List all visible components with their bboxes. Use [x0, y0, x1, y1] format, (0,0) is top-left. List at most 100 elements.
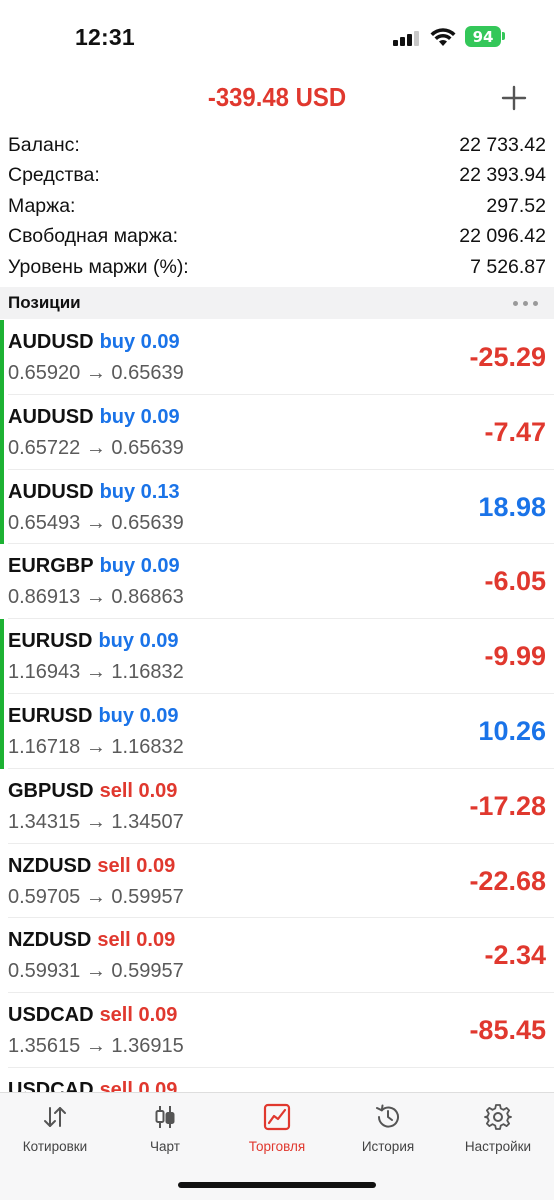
position-side: sell 0.09	[97, 929, 176, 952]
position-side: sell 0.09	[99, 1078, 178, 1092]
position-symbol: GBPUSD	[8, 779, 94, 802]
position-symbol: USDCAD	[8, 1078, 94, 1092]
position-accent	[0, 693, 4, 769]
free-margin-label: Свободная маржа:	[8, 225, 179, 248]
position-accent	[0, 469, 4, 545]
positions-title: Позиции	[8, 293, 81, 312]
position-symbol: EURUSD	[8, 704, 93, 727]
position-side: buy 0.09	[99, 405, 180, 428]
position-row[interactable]: AUDUSD buy 0.09 0.65722 → 0.65639 -7.47	[0, 394, 554, 470]
position-current-price: 0.59957	[111, 960, 184, 983]
position-title: AUDUSD buy 0.09	[8, 331, 180, 354]
position-current-price: 0.65639	[111, 362, 184, 384]
position-row[interactable]: AUDUSD buy 0.09 0.65920 → 0.65639 -25.29	[0, 320, 554, 395]
tab-label: Настройки	[464, 1139, 532, 1154]
arrow-icon: →	[85, 810, 106, 833]
tab-label: История	[361, 1139, 415, 1154]
balance-label: Баланс:	[8, 133, 80, 156]
wifi-icon	[430, 28, 456, 46]
position-title: USDCAD sell 0.09	[8, 1079, 177, 1092]
equity-row: Средства: 22 393.94	[0, 161, 554, 192]
position-prices: 1.16718 → 1.16832	[8, 736, 184, 759]
position-symbol: AUDUSD	[8, 405, 94, 428]
battery-icon: 94	[465, 26, 501, 47]
account-summary: Баланс: 22 733.42 Средства: 22 393.94 Ма…	[0, 130, 554, 283]
position-row[interactable]: USDCAD sell 0.09	[0, 1068, 554, 1092]
free-margin-value: 22 096.42	[459, 225, 546, 248]
position-accent	[0, 394, 4, 470]
plus-icon[interactable]	[496, 80, 532, 116]
arrow-icon: →	[85, 885, 106, 908]
position-open-price: 1.16943	[8, 661, 81, 684]
margin-level-value: 7 526.87	[470, 255, 546, 278]
position-row[interactable]: AUDUSD buy 0.13 0.65493 → 0.65639 18.98	[0, 469, 554, 545]
position-profit: -6.05	[484, 566, 546, 597]
position-symbol: NZDUSD	[8, 854, 92, 877]
position-row[interactable]: EURUSD buy 0.09 1.16718 → 1.16832 10.26	[0, 693, 554, 769]
position-current-price: 1.36915	[111, 1035, 184, 1058]
position-side: buy 0.09	[99, 331, 180, 353]
position-symbol: EURUSD	[8, 630, 93, 653]
position-accent	[0, 619, 4, 694]
tab-trade[interactable]: Торговля	[222, 1103, 332, 1154]
position-accent	[0, 320, 4, 395]
position-row[interactable]: NZDUSD sell 0.09 0.59705 → 0.59957 -22.68	[0, 844, 554, 919]
tab-quotes[interactable]: Котировки	[0, 1103, 110, 1154]
position-symbol: NZDUSD	[8, 929, 92, 952]
battery-cap	[502, 32, 505, 40]
position-title: USDCAD sell 0.09	[8, 1004, 177, 1027]
position-title: GBPUSD sell 0.09	[8, 780, 177, 803]
tab-history[interactable]: История	[333, 1103, 443, 1154]
arrow-icon: →	[85, 362, 106, 384]
position-title: EURUSD buy 0.09	[8, 630, 179, 653]
position-symbol: AUDUSD	[8, 480, 94, 503]
settings-icon	[484, 1104, 512, 1130]
status-time: 12:31	[75, 24, 135, 50]
position-profit: -22.68	[469, 865, 546, 896]
more-dots-icon[interactable]	[513, 300, 546, 306]
position-open-price: 0.65493	[8, 511, 81, 534]
position-open-price: 1.35615	[8, 1035, 81, 1058]
position-prices: 0.65920 → 0.65639	[8, 362, 184, 385]
position-title: AUDUSD buy 0.13	[8, 481, 180, 504]
position-current-price: 0.65639	[111, 436, 184, 459]
tab-label: Торговля	[248, 1139, 306, 1154]
margin-level-row: Уровень маржи (%): 7 526.87	[0, 252, 554, 283]
position-row[interactable]: EURUSD buy 0.09 1.16943 → 1.16832 -9.99	[0, 619, 554, 694]
total-profit: -339.48 USD	[207, 82, 347, 112]
position-title: NZDUSD sell 0.09	[8, 929, 175, 952]
position-open-price: 0.59931	[8, 960, 81, 983]
positions-list: AUDUSD buy 0.09 0.65920 → 0.65639 -25.29 …	[0, 320, 554, 1092]
equity-label: Средства:	[8, 164, 100, 187]
tab-label: Чарт	[150, 1139, 180, 1154]
arrow-icon: →	[85, 586, 106, 609]
position-prices: 0.59705 → 0.59957	[8, 886, 184, 909]
position-side: buy 0.09	[98, 630, 179, 653]
margin-value: 297.52	[486, 194, 546, 217]
position-profit: -17.28	[469, 790, 546, 821]
position-row[interactable]: NZDUSD sell 0.09 0.59931 → 0.59957 -2.34	[0, 918, 554, 994]
position-row[interactable]: GBPUSD sell 0.09 1.34315 → 1.34507 -17.28	[0, 769, 554, 844]
tab-label: Котировки	[22, 1139, 88, 1154]
position-side: buy 0.13	[99, 480, 180, 503]
tab-settings[interactable]: Настройки	[443, 1103, 553, 1154]
position-current-price: 1.16832	[111, 661, 184, 684]
position-profit: -9.99	[484, 641, 546, 672]
home-indicator[interactable]	[178, 1182, 376, 1188]
equity-value: 22 393.94	[459, 164, 546, 187]
position-symbol: USDCAD	[8, 1004, 94, 1027]
history-icon	[376, 1104, 399, 1128]
position-open-price: 0.86913	[8, 586, 81, 609]
position-row[interactable]: EURGBP buy 0.09 0.86913 → 0.86863 -6.05	[0, 544, 554, 620]
position-prices: 0.65722 → 0.65639	[8, 437, 184, 460]
quotes-icon	[44, 1107, 66, 1127]
position-prices: 0.86913 → 0.86863	[8, 586, 184, 609]
position-profit: -25.29	[469, 342, 546, 372]
tab-chart[interactable]: Чарт	[110, 1103, 220, 1154]
trade-icon	[263, 1103, 291, 1131]
position-prices: 0.65493 → 0.65639	[8, 512, 184, 535]
positions-header: Позиции	[0, 287, 554, 319]
position-row[interactable]: USDCAD sell 0.09 1.35615 → 1.36915 -85.45	[0, 993, 554, 1068]
position-prices: 1.16943 → 1.16832	[8, 661, 184, 684]
margin-label: Маржа:	[8, 194, 76, 217]
